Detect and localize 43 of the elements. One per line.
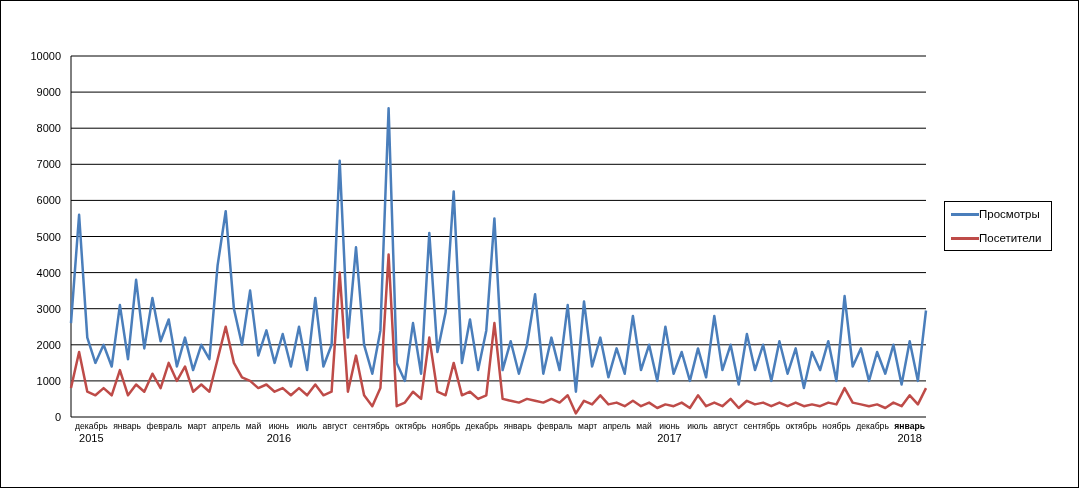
month-label: январь xyxy=(113,421,142,431)
y-tick-label: 6000 xyxy=(36,194,61,207)
y-tick-label: 10000 xyxy=(30,50,61,62)
month-label: ноябрь xyxy=(431,421,461,431)
y-tick-label: 0 xyxy=(54,411,61,421)
year-label: 2017 xyxy=(657,432,682,444)
year-label: 2015 xyxy=(79,432,104,444)
y-tick-label: 1000 xyxy=(36,374,61,387)
month-label: апрель xyxy=(212,421,241,431)
month-label: ноябрь xyxy=(822,421,851,431)
month-label: август xyxy=(713,421,739,431)
month-label: октябрь xyxy=(785,421,817,431)
month-label: декабрь xyxy=(856,421,889,431)
month-label: декабрь xyxy=(75,421,108,431)
year-label: 2018 xyxy=(897,432,922,444)
month-label: июнь xyxy=(659,421,680,431)
month-label: апрель xyxy=(602,421,631,431)
month-label: март xyxy=(577,421,598,431)
month-label: октябрь xyxy=(394,421,427,431)
legend-label: Просмотры xyxy=(979,208,1040,220)
month-label: сентябрь xyxy=(743,421,781,431)
month-label: июль xyxy=(687,421,708,431)
month-label: февраль xyxy=(537,421,573,431)
y-tick-label: 2000 xyxy=(36,338,61,351)
year-label: 2016 xyxy=(266,432,292,444)
month-label: февраль xyxy=(146,421,182,431)
y-tick-label: 7000 xyxy=(36,158,61,171)
legend-label: Посетители xyxy=(979,232,1042,244)
month-label: декабрь xyxy=(465,421,499,431)
y-tick-label: 4000 xyxy=(36,266,61,279)
month-label: май xyxy=(636,421,652,431)
y-tick-label: 8000 xyxy=(36,122,61,135)
month-label: июль xyxy=(296,421,318,431)
month-label: январь xyxy=(894,421,925,431)
month-label: март xyxy=(187,421,207,431)
y-tick-label: 5000 xyxy=(36,230,61,243)
y-tick-label: 3000 xyxy=(36,302,61,315)
month-label: май xyxy=(245,421,262,431)
month-label: сентябрь xyxy=(352,421,390,431)
month-label: январь xyxy=(503,421,532,431)
month-label: июнь xyxy=(268,421,290,431)
y-tick-label: 9000 xyxy=(36,86,61,99)
month-label: август xyxy=(322,421,348,431)
